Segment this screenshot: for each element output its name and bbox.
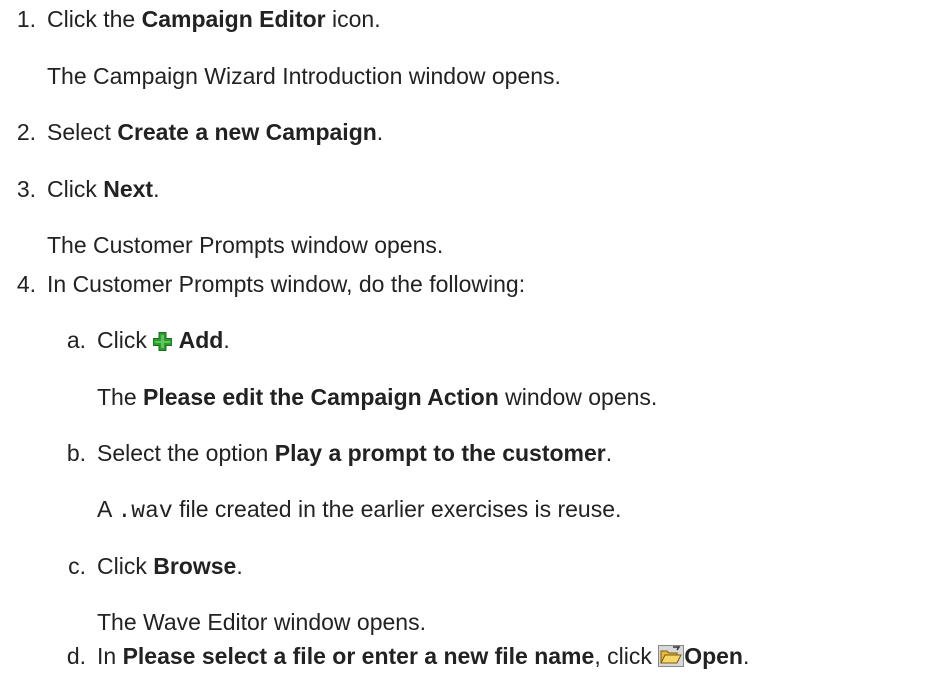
ui-label: Please edit the Campaign Action — [143, 384, 499, 410]
step-text: Select the option — [97, 440, 275, 466]
step-text: Click — [97, 553, 154, 579]
step-text: Click the — [47, 6, 142, 32]
step-number: c. — [68, 553, 86, 579]
step-text: A — [97, 496, 118, 522]
step-text: . — [376, 119, 384, 145]
step-text: Click — [47, 176, 104, 202]
ui-label: Open — [684, 643, 743, 669]
ui-label: Add — [178, 327, 224, 353]
step-text: Select — [47, 119, 118, 145]
step-text: The — [97, 384, 144, 410]
step-1-result: The Campaign Wizard Introduction window … — [47, 63, 561, 89]
step-text: In — [97, 643, 123, 669]
ui-label: Campaign Editor — [141, 6, 326, 32]
substep-a-result: The Please edit the Campaign Action wind… — [97, 382, 657, 412]
step-text: file created in the earlier exercises is… — [172, 496, 622, 522]
step-number: d. — [66, 643, 86, 669]
ui-label: Create a new Campaign — [117, 119, 377, 145]
step-text: , click — [594, 643, 659, 669]
step-text: Click — [97, 327, 154, 353]
step-text: . — [742, 643, 750, 669]
step-text: window opens. — [498, 384, 658, 410]
step-number: 1. — [16, 6, 36, 32]
step-number: a. — [66, 327, 86, 353]
step-text: . — [605, 440, 613, 466]
step-text: . — [153, 176, 160, 202]
step-text: . — [223, 327, 230, 353]
ui-label: Please select a file or enter a new file… — [122, 643, 595, 669]
green-plus-icon — [152, 328, 173, 358]
open-folder-icon — [658, 644, 685, 674]
step-number: 3. — [16, 176, 36, 202]
step-text: icon. — [325, 6, 381, 32]
ui-label: Next — [103, 176, 154, 202]
step-number: 2. — [16, 119, 36, 145]
step-text: . — [236, 553, 243, 579]
step-number: 4. — [16, 271, 36, 297]
substep-b-result: A .wav file created in the earlier exerc… — [97, 494, 621, 526]
ui-label: Play a prompt to the customer — [274, 440, 606, 466]
ui-label: Browse — [153, 553, 237, 579]
step-number: b. — [66, 440, 86, 466]
step-text: In Customer Prompts window, do the follo… — [47, 271, 526, 297]
step-3-result: The Customer Prompts window opens. — [47, 232, 444, 258]
substep-c-result: The Wave Editor window opens. — [97, 609, 426, 635]
file-extension: .wav — [117, 498, 173, 524]
